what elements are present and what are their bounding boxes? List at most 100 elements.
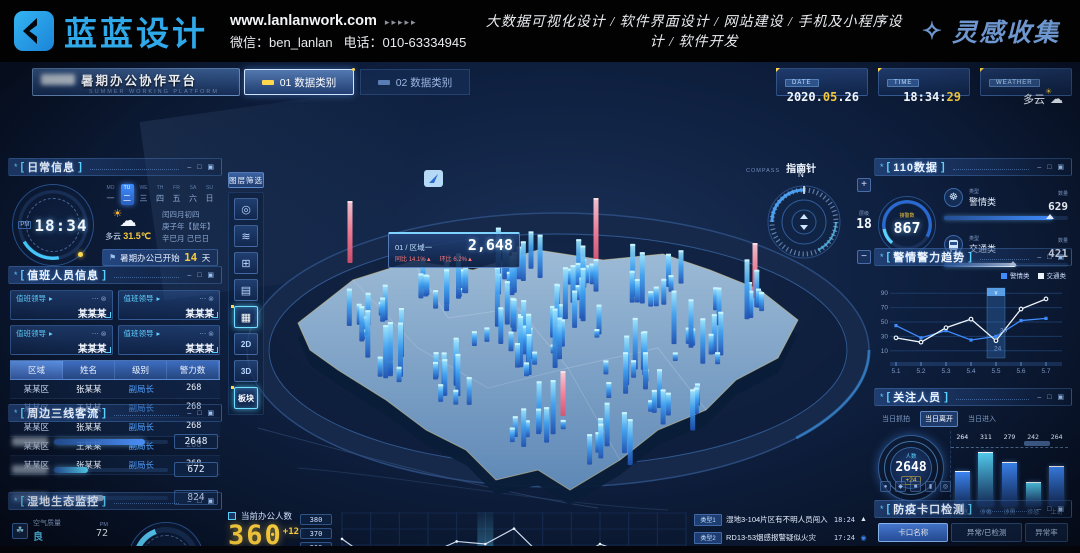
duty-card-name: 某某某 xyxy=(124,341,215,355)
key-icon[interactable]: ◆ xyxy=(895,481,906,492)
type-label: 类型 xyxy=(969,188,996,195)
tab-dash-icon xyxy=(262,80,274,85)
weekday-cell[interactable]: TH四 xyxy=(154,184,167,205)
weekday-cell[interactable]: TU二 xyxy=(121,184,134,205)
tab-data-category-1[interactable]: 01 数据类别 xyxy=(244,69,354,95)
svg-text:∨: ∨ xyxy=(994,291,998,297)
more-icon[interactable]: ⋯ ⊗ xyxy=(92,295,107,303)
legend-swatch xyxy=(1038,273,1044,279)
alert-direction-icon: ◉ xyxy=(859,534,868,542)
eye-icon[interactable]: ◎ xyxy=(940,481,951,492)
duty-leader-card[interactable]: 值班领导▸⋯ ⊗某某某 xyxy=(118,325,221,355)
poi-icon[interactable]: ◎ xyxy=(234,198,258,220)
compass-dial[interactable] xyxy=(762,180,846,264)
column-header[interactable]: 区域 xyxy=(11,361,63,379)
weekday-cell[interactable]: MO一 xyxy=(104,184,117,205)
wechat-label: 微信： xyxy=(230,35,269,50)
panel-window-icons[interactable]: – □ ▣ xyxy=(187,497,216,505)
top-banner: 蓝蓝设计 www.lanlanwork.com▸▸▸▸▸ 微信：ben_lanl… xyxy=(0,0,1080,62)
map-tooltip: 01 / 区域一 2,648 同比 14.1%▲ 环比 6.2%▲ xyxy=(388,232,520,268)
panel-passenger-flow: *[周边三线客流]– □ ▣ 2648672824 xyxy=(8,404,222,505)
duty-leader-card[interactable]: 值班领导▸⋯ ⊗某某某 xyxy=(118,290,221,320)
panel-window-icons[interactable]: – □ ▣ xyxy=(187,409,216,417)
trend-line-chart[interactable]: 9070503010∨30245.15.25.35.45.55.65.7 xyxy=(878,280,1068,374)
bar-value: 264 xyxy=(956,433,968,441)
tooltip-value: 2,648 xyxy=(468,236,513,254)
zoom-in-button[interactable]: + xyxy=(857,178,871,192)
date-month: 05 xyxy=(823,90,837,104)
duty-card-name: 某某某 xyxy=(16,341,107,355)
panel-trend-chart: *[警情警力趋势]– □ ▣ 警情类 交通类 9070503010∨30245.… xyxy=(874,248,1072,379)
building-icon[interactable]: ⊞ xyxy=(234,252,258,274)
duty-card-label: 值班领导 xyxy=(16,293,46,304)
table-row[interactable]: 某某区张某某副局长268 xyxy=(10,380,220,399)
office-count-delta: +12 xyxy=(283,527,299,537)
weekday-cell[interactable]: FR五 xyxy=(170,184,183,205)
battery-icon[interactable]: ▮ xyxy=(925,481,936,492)
weekday-cell[interactable]: SU日 xyxy=(203,184,216,205)
svg-text:24: 24 xyxy=(994,346,1002,353)
alert-tag: 类型2 xyxy=(694,532,722,544)
column-header[interactable]: 异常/已检测 xyxy=(951,523,1021,542)
focus-tab[interactable]: 当日进入 xyxy=(964,412,1000,426)
focus-tab[interactable]: 当日抓拍 xyxy=(878,412,914,426)
weekday-cell[interactable]: WE三 xyxy=(137,184,150,205)
duty-leader-card[interactable]: 值班领导▸⋯ ⊗某某某 xyxy=(10,325,113,355)
more-icon[interactable]: ⋯ ⊗ xyxy=(199,295,214,303)
zoom-out-button[interactable]: − xyxy=(857,250,871,264)
alert-row[interactable]: 类型2 RD13-53烟感报警疑似火灾 17:24 ◉ xyxy=(694,530,868,545)
duty-leader-card[interactable]: 值班领导▸⋯ ⊗某某某 xyxy=(10,290,113,320)
panel-window-icons[interactable]: – □ ▣ xyxy=(187,163,216,171)
tab-label: 01 数据类别 xyxy=(280,75,337,90)
list-icon[interactable]: ▤ xyxy=(234,279,258,301)
metric-label: 空气质量 xyxy=(33,518,61,528)
flow-bar-row: 672 xyxy=(12,462,218,477)
more-icon[interactable]: ⋯ ⊗ xyxy=(199,330,214,338)
arrow-icon: ▸ xyxy=(49,294,53,303)
mode-3d-button[interactable]: 3D xyxy=(234,360,258,382)
website-link[interactable]: www.lanlanwork.com xyxy=(230,13,377,29)
panel-window-icons[interactable]: – □ ▣ xyxy=(1037,163,1066,171)
platform-title-block: 暑期办公协作平台 SUMMER WORKING PLATFORM xyxy=(32,68,240,96)
masked-label xyxy=(12,437,48,446)
yoy-label: 同比 xyxy=(395,257,407,263)
camera-icon[interactable]: ■ xyxy=(910,481,921,492)
bar-value: 311 xyxy=(980,433,992,441)
tab-dash-icon xyxy=(378,80,390,85)
weather-widget: ☀☁ 多云 31.5℃ xyxy=(102,212,154,242)
person-icon[interactable]: ● xyxy=(880,481,891,492)
panel-window-icons[interactable]: – □ ▣ xyxy=(1037,393,1066,401)
slider-handle[interactable] xyxy=(1024,441,1050,446)
inspiration-collect[interactable]: ✧ 灵感收集 xyxy=(922,13,1066,49)
duty-card-label: 值班领导 xyxy=(16,328,46,339)
signal-icon[interactable]: ≋ xyxy=(234,225,258,247)
lanlan-logo-text: 蓝蓝设计 xyxy=(64,7,208,55)
metric-value: 72 xyxy=(96,528,108,539)
panel-window-icons[interactable]: – □ ▣ xyxy=(187,271,216,279)
lunar-line: 闰四月初四 xyxy=(162,209,218,221)
notice-days: 14 xyxy=(182,251,199,264)
column-header[interactable]: 姓名 xyxy=(63,361,115,379)
mom-label: 环比 xyxy=(440,257,452,263)
weather-display: WEATHER 多云☀☁ xyxy=(980,68,1072,96)
column-header[interactable]: 异常率 xyxy=(1025,523,1068,542)
panel-window-icons[interactable]: – □ ▣ xyxy=(1037,505,1066,513)
column-header[interactable]: 级别 xyxy=(115,361,167,379)
alert-row[interactable]: 类型1 湿地3-104片区有不明人员闯入 18:24 ▲ xyxy=(694,512,868,527)
panel-eco-monitor: *[湿地生态监控]– □ ▣ ☘ 空气质量良 PM72 ◉ 环境噪音正常 分贝6… xyxy=(8,492,222,553)
mom-value: 6.2%▲ xyxy=(453,257,473,263)
lanlan-logo[interactable]: 蓝蓝设计 xyxy=(14,7,208,55)
column-header[interactable]: 警力数 xyxy=(167,361,219,379)
panel-window-icons[interactable]: – □ ▣ xyxy=(1037,253,1066,261)
weekday-cell[interactable]: SA六 xyxy=(187,184,200,205)
gear-icon: ☸ xyxy=(944,188,963,207)
chart-icon[interactable]: ▦ xyxy=(234,306,258,328)
mode-sector-button[interactable]: 板块 xyxy=(234,387,258,409)
focus-tab[interactable]: 当日离开 xyxy=(920,411,958,427)
lunar-line: 辛巳月 己巳日 xyxy=(162,233,218,245)
tab-data-category-2[interactable]: 02 数据类别 xyxy=(360,69,470,95)
column-header[interactable]: 卡口名称 xyxy=(878,523,948,542)
calls-gauge: 接警数 867 xyxy=(878,196,936,254)
more-icon[interactable]: ⋯ ⊗ xyxy=(92,330,107,338)
mode-2d-button[interactable]: 2D xyxy=(234,333,258,355)
